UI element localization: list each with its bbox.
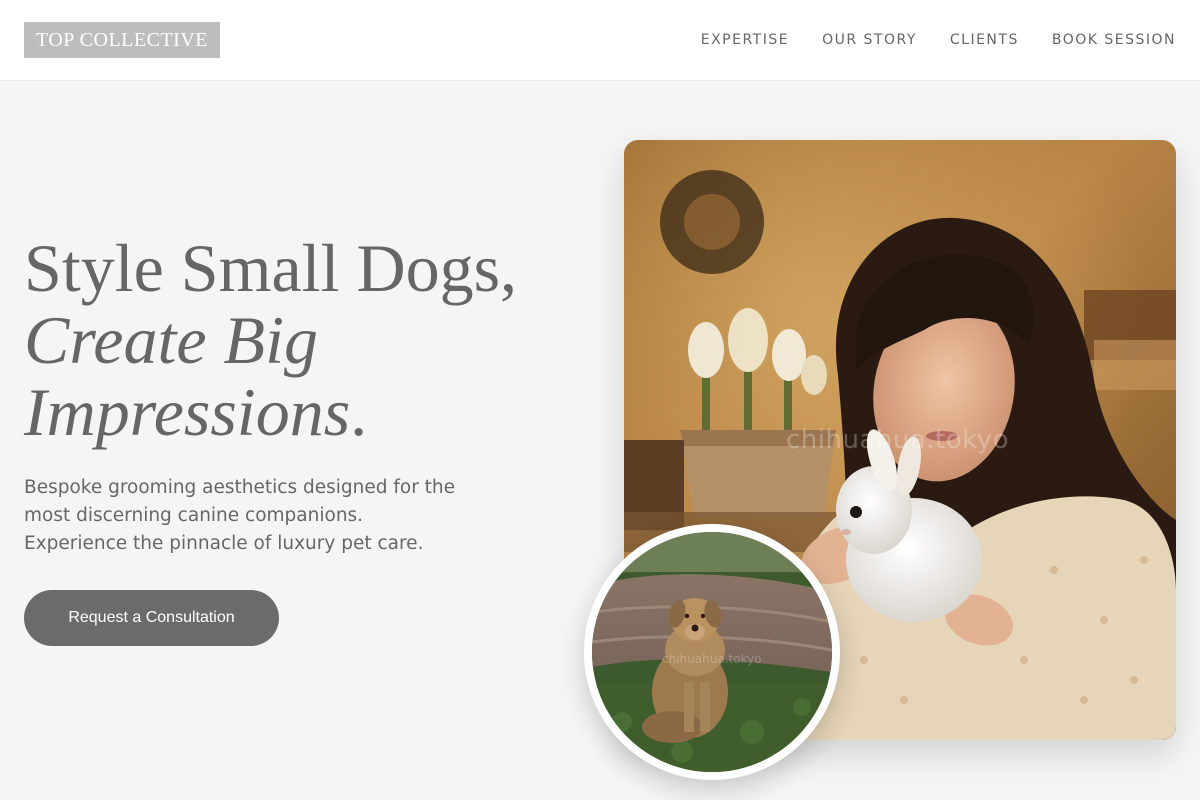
circle-image-watermark: chihuahua.tokyo: [662, 652, 762, 666]
nav-clients[interactable]: CLIENTS: [950, 30, 1019, 50]
nav-book-session[interactable]: BOOK SESSION: [1052, 30, 1176, 50]
site-header: TOP COLLECTIVE EXPERTISE OUR STORY CLIEN…: [0, 0, 1200, 81]
subtext-line-2: most discerning canine companions.: [24, 505, 364, 526]
headline-line-2: Create Big: [24, 304, 584, 376]
hero-headline: Style Small Dogs, Create Big Impressions…: [24, 232, 584, 448]
hero-subtext: Bespoke grooming aesthetics designed for…: [24, 474, 494, 558]
subtext-line-1: Bespoke grooming aesthetics designed for…: [24, 477, 456, 498]
hero-circle-photo: chihuahua.tokyo: [584, 524, 840, 780]
nav-our-story[interactable]: OUR STORY: [822, 30, 917, 50]
logo[interactable]: TOP COLLECTIVE: [24, 22, 220, 58]
request-consultation-button[interactable]: Request a Consultation: [24, 590, 279, 646]
main-image-watermark: chihuahua.tokyo: [786, 425, 1010, 455]
headline-line-3: Impressions.: [24, 376, 584, 448]
nav-expertise[interactable]: EXPERTISE: [701, 30, 789, 50]
headline-period: .: [350, 374, 368, 450]
headline-italic-2: Impressions: [24, 374, 351, 450]
subtext-line-3: Experience the pinnacle of luxury pet ca…: [24, 533, 424, 554]
headline-line-1: Style Small Dogs,: [24, 230, 518, 306]
headline-italic-1: Create Big: [24, 302, 318, 378]
circle-photo-frame: chihuahua.tokyo: [592, 532, 832, 772]
main-nav: EXPERTISE OUR STORY CLIENTS BOOK SESSION: [701, 30, 1176, 50]
